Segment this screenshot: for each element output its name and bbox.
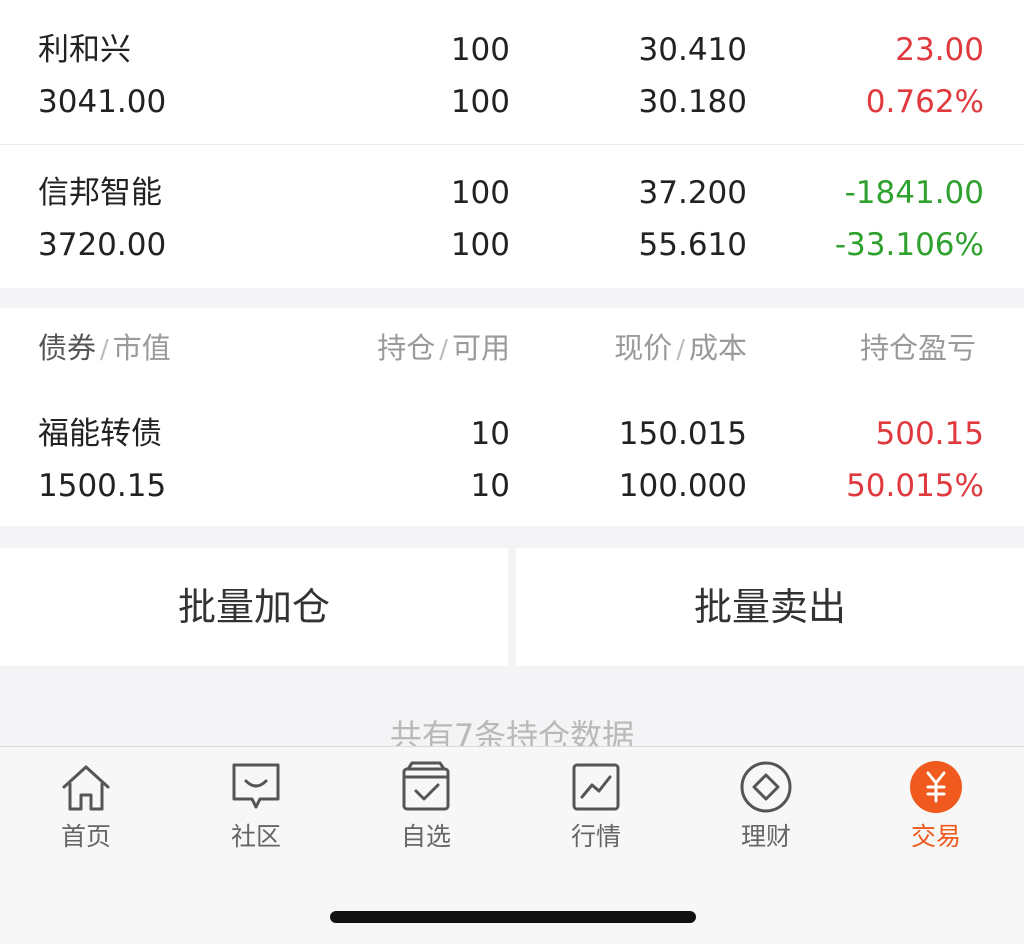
bond-section: 债券 / 市值 持仓 / 可用 现价 / 成本 持仓盈亏 福能转债 10 150.015 5…: [0, 308, 1024, 526]
header-price-cost: 现价 / 成本: [614, 331, 747, 365]
tab-market[interactable]: 行情: [536, 755, 656, 865]
bond-market-value: 1500.15: [38, 468, 167, 504]
bond-name: 福能转债: [38, 416, 162, 452]
stock-hold: 100: [450, 175, 510, 211]
bond-table-header: 债券 / 市值 持仓 / 可用 现价 / 成本 持仓盈亏: [0, 322, 1024, 374]
stock-price: 30.410: [638, 32, 747, 68]
stock-cost: 55.610: [638, 227, 747, 263]
bond-available: 10: [470, 468, 510, 504]
tab-label: 行情: [570, 822, 621, 851]
wealth-diamond-icon: [740, 761, 792, 813]
trade-yuan-icon: [910, 761, 962, 813]
stock-available: 100: [450, 227, 510, 263]
stock-pnl-percent: 0.762%: [865, 84, 984, 120]
stock-row[interactable]: 信邦智能 100 37.200 -1841.00 3720.00 100 55.…: [0, 145, 1024, 288]
home-icon: [62, 765, 110, 811]
stock-market-value: 3720.00: [38, 227, 167, 263]
tab-home[interactable]: 首页: [26, 755, 146, 865]
stock-row[interactable]: 利和兴 100 30.410 23.00 3041.00 100 30.180 …: [0, 0, 1024, 144]
bond-pnl-percent: 50.015%: [846, 468, 984, 504]
bond-cost: 100.000: [618, 468, 747, 504]
tab-wealth[interactable]: 理财: [706, 755, 826, 865]
market-chart-icon: [572, 763, 620, 811]
tab-label: 交易: [910, 822, 961, 851]
watchlist-icon: [402, 761, 450, 811]
header-bond-market-value: 债券 / 市值: [38, 331, 171, 365]
stock-price: 37.200: [638, 175, 747, 211]
tab-label: 自选: [400, 822, 451, 851]
stock-pnl: -1841.00: [844, 175, 984, 211]
stock-name: 利和兴: [38, 32, 131, 68]
batch-sell-button[interactable]: 批量卖出: [516, 548, 1024, 666]
tab-label: 首页: [60, 822, 111, 851]
stock-pnl: 23.00: [895, 32, 984, 68]
header-position-pnl: 持仓盈亏: [860, 331, 977, 365]
batch-add-button[interactable]: 批量加仓: [0, 548, 508, 666]
stock-hold: 100: [450, 32, 510, 68]
bond-price: 150.015: [618, 416, 747, 452]
stock-market-value: 3041.00: [38, 84, 167, 120]
header-hold-available: 持仓 / 可用: [377, 331, 510, 365]
tab-trade[interactable]: 交易: [876, 755, 996, 865]
community-icon: [232, 763, 280, 809]
stock-cost: 30.180: [638, 84, 747, 120]
home-indicator[interactable]: [330, 911, 696, 923]
position-count-summary: 共有7条持仓数据: [389, 717, 635, 746]
stock-pnl-percent: -33.106%: [834, 227, 984, 263]
tab-watchlist[interactable]: 自选: [366, 755, 486, 865]
tab-label: 理财: [740, 822, 791, 851]
bond-pnl: 500.15: [875, 416, 984, 452]
tab-label: 社区: [230, 822, 281, 851]
stock-name: 信邦智能: [38, 175, 162, 211]
stock-available: 100: [450, 84, 510, 120]
tab-community[interactable]: 社区: [196, 755, 316, 865]
bond-hold: 10: [470, 416, 510, 452]
